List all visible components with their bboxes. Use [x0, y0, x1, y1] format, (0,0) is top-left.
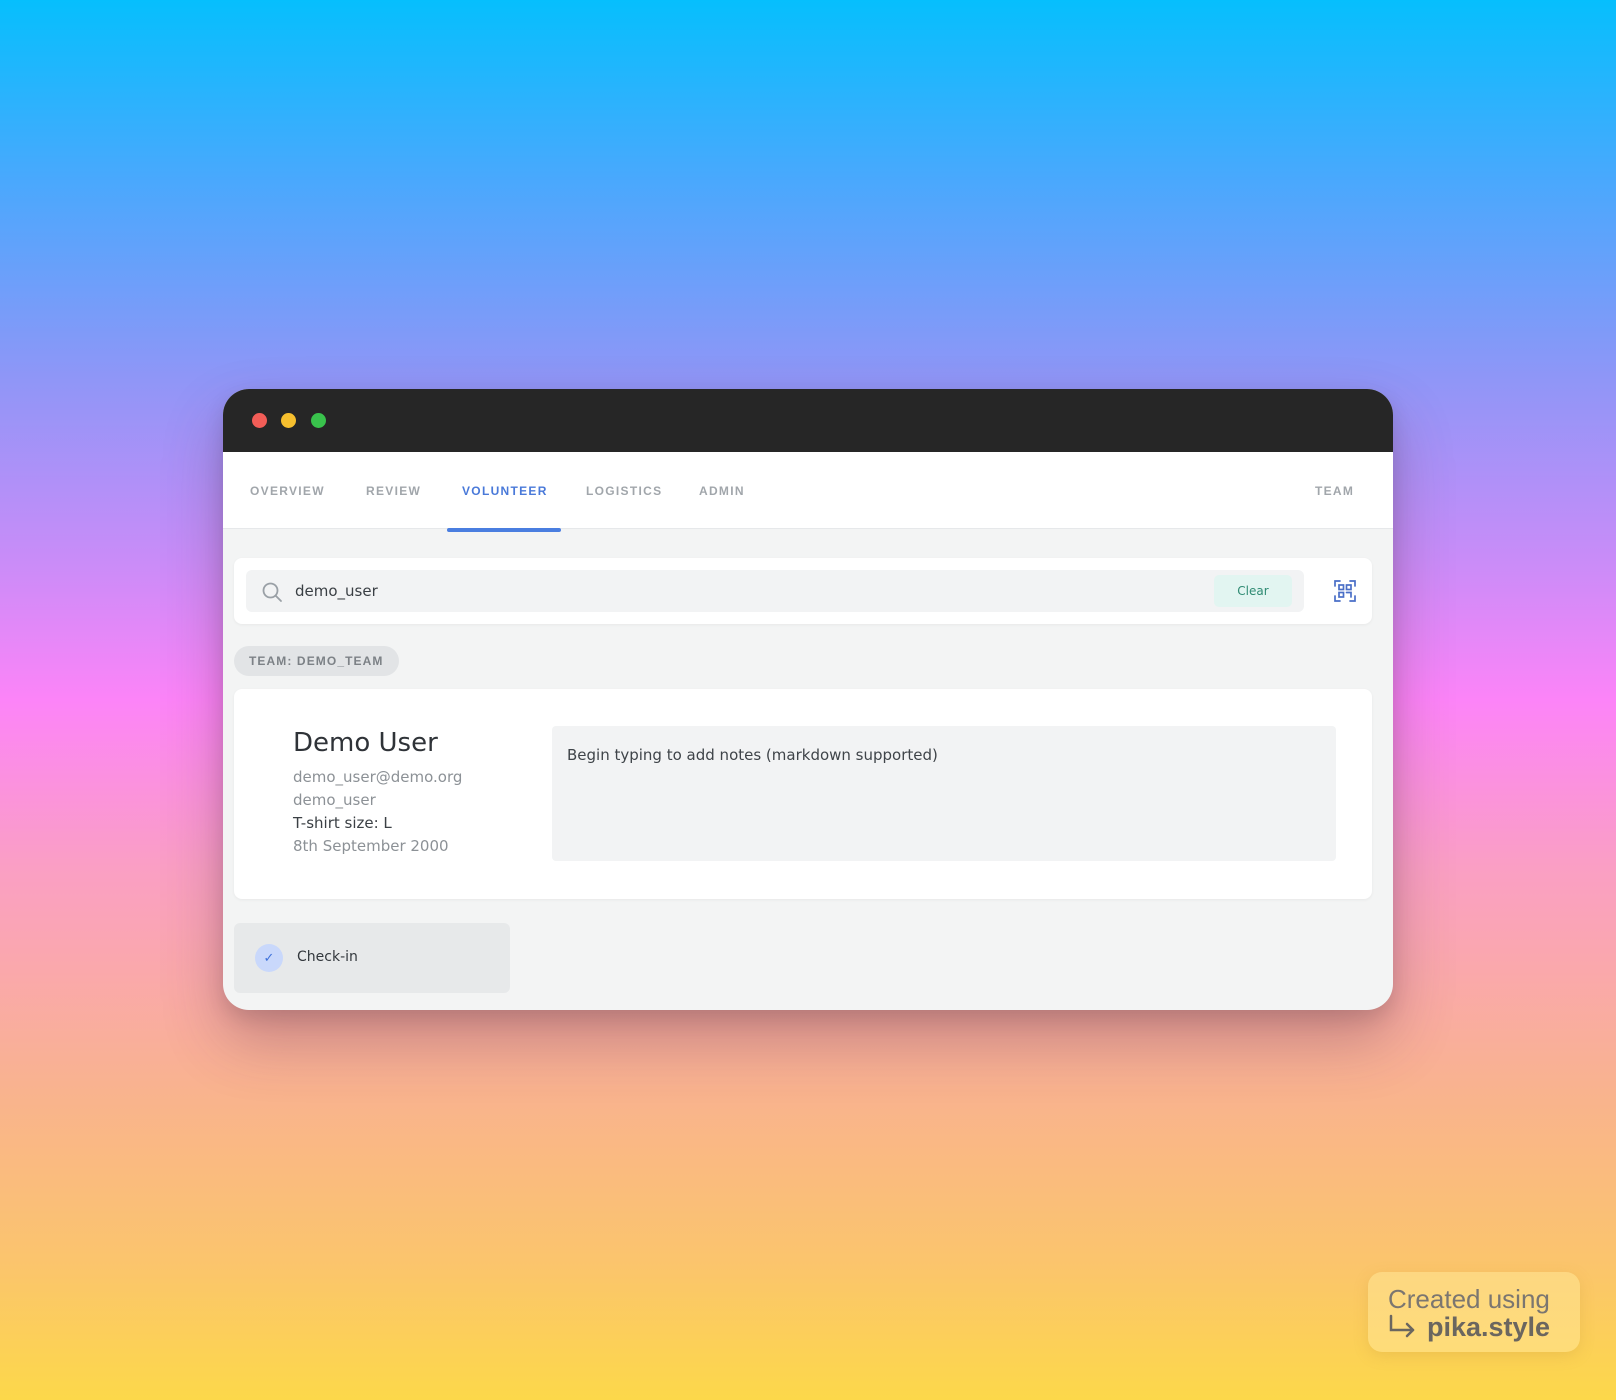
user-date: 8th September 2000 — [293, 837, 449, 855]
user-email: demo_user@demo.org — [293, 768, 463, 786]
check-in-button[interactable]: ✓ Check-in — [234, 923, 510, 993]
app-window: OVERVIEW REVIEW VOLUNTEER LOGISTICS ADMI… — [223, 389, 1393, 1010]
search-card: Clear — [234, 558, 1372, 624]
user-username: demo_user — [293, 791, 376, 809]
qr-scan-icon[interactable] — [1333, 579, 1357, 603]
search-input[interactable] — [295, 570, 1175, 612]
tab-logistics[interactable]: LOGISTICS — [586, 452, 662, 529]
user-card: Demo User demo_user@demo.org demo_user T… — [234, 689, 1372, 899]
active-tab-indicator — [447, 528, 561, 532]
tab-admin[interactable]: ADMIN — [699, 452, 745, 529]
tab-team[interactable]: TEAM — [1315, 452, 1354, 529]
watermark-line1: Created using — [1388, 1284, 1550, 1314]
clear-button[interactable]: Clear — [1214, 575, 1292, 607]
tab-overview[interactable]: OVERVIEW — [250, 452, 325, 529]
check-in-label: Check-in — [297, 949, 358, 965]
search-box: Clear — [246, 570, 1304, 612]
team-badge: TEAM: DEMO_TEAM — [234, 646, 399, 676]
tab-volunteer[interactable]: VOLUNTEER — [462, 452, 548, 529]
user-tshirt-size: T-shirt size: L — [293, 814, 392, 832]
notes-editor[interactable]: Begin typing to add notes (markdown supp… — [552, 726, 1336, 861]
maximize-window-button[interactable] — [311, 413, 326, 428]
minimize-window-button[interactable] — [281, 413, 296, 428]
check-icon: ✓ — [255, 944, 283, 972]
watermark-line2: pika.style — [1427, 1312, 1551, 1342]
user-name: Demo User — [293, 728, 438, 758]
arrow-icon — [1389, 1314, 1415, 1338]
top-nav: OVERVIEW REVIEW VOLUNTEER LOGISTICS ADMI… — [223, 452, 1393, 529]
close-window-button[interactable] — [252, 413, 267, 428]
window-titlebar — [223, 389, 1393, 452]
watermark: Created using pika.style — [1368, 1272, 1580, 1352]
tab-review[interactable]: REVIEW — [366, 452, 421, 529]
search-icon — [262, 582, 282, 602]
